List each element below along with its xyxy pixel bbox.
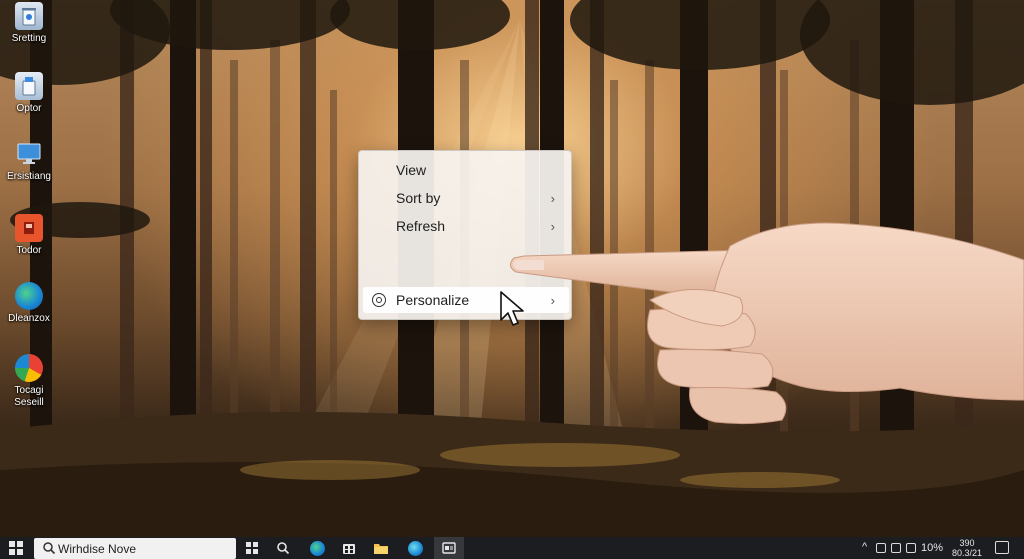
network-icon[interactable] <box>876 543 886 553</box>
search-input[interactable] <box>58 540 228 557</box>
desktop-icon-6[interactable]: Tocagi Seseill <box>4 354 54 409</box>
edge-icon[interactable] <box>309 540 325 556</box>
recycle-bin-icon <box>15 2 43 30</box>
chevron-right-icon: › <box>550 190 555 206</box>
search-icon <box>43 542 56 555</box>
desktop-icon-label: Ersistiang <box>7 171 51 182</box>
menu-item-label: View <box>396 162 427 178</box>
menu-item-label: Sort by <box>396 190 441 206</box>
pointing-hand-image <box>510 222 1024 425</box>
desktop-icon-1[interactable]: Sretting <box>4 2 54 45</box>
edge-icon[interactable] <box>407 540 423 556</box>
desktop-icon-2[interactable]: Optor <box>4 72 54 115</box>
desktop-icon-3[interactable]: Ersistiang <box>4 140 54 183</box>
notification-center-icon[interactable] <box>995 541 1009 554</box>
store-icon[interactable] <box>341 540 357 556</box>
personalize-icon <box>372 293 386 307</box>
recycle-bin-full-icon <box>15 72 43 100</box>
volume-icon[interactable] <box>891 543 901 553</box>
mouse-cursor-icon <box>500 291 524 326</box>
taskbar-search[interactable] <box>34 538 236 559</box>
battery-level[interactable]: 10% <box>921 542 943 554</box>
desktop-icon-label: Dleanzox <box>8 313 50 324</box>
settings-app-icon[interactable] <box>441 540 457 556</box>
desktop-icon-label: Optor <box>16 103 42 114</box>
onedrive-icon[interactable] <box>906 543 916 553</box>
app-red-icon <box>15 214 43 242</box>
start-button[interactable] <box>9 541 23 555</box>
tray-overflow-chevron-icon[interactable]: ^ <box>862 541 867 553</box>
desktop-icon-label: Tocagi Seseill <box>14 385 44 408</box>
menu-item-view[interactable]: View <box>363 157 569 183</box>
menu-item-sort-by[interactable]: Sort by › <box>363 185 569 211</box>
desktop-icon-4[interactable]: Todor <box>4 214 54 257</box>
desktop-icon-label: Sretting <box>11 33 47 44</box>
desktop-icon-5[interactable]: Dleanzox <box>4 282 54 325</box>
file-explorer-icon[interactable] <box>373 540 389 556</box>
edge-icon <box>15 282 43 310</box>
monitor-icon <box>15 140 43 168</box>
search-icon[interactable] <box>275 540 291 556</box>
menu-item-label: Personalize <box>396 292 470 308</box>
desktop-icon-label: Todor <box>16 245 42 256</box>
clock[interactable]: 390 80.3/21 <box>946 538 988 558</box>
chrome-edge-icon <box>15 354 43 382</box>
clock-time: 390 <box>959 538 975 548</box>
clock-date: 80.3/21 <box>951 548 983 558</box>
taskbar: ^ 10% 390 80.3/21 <box>0 537 1024 559</box>
task-view-icon[interactable] <box>244 540 260 556</box>
menu-item-label: Refresh <box>396 218 446 234</box>
